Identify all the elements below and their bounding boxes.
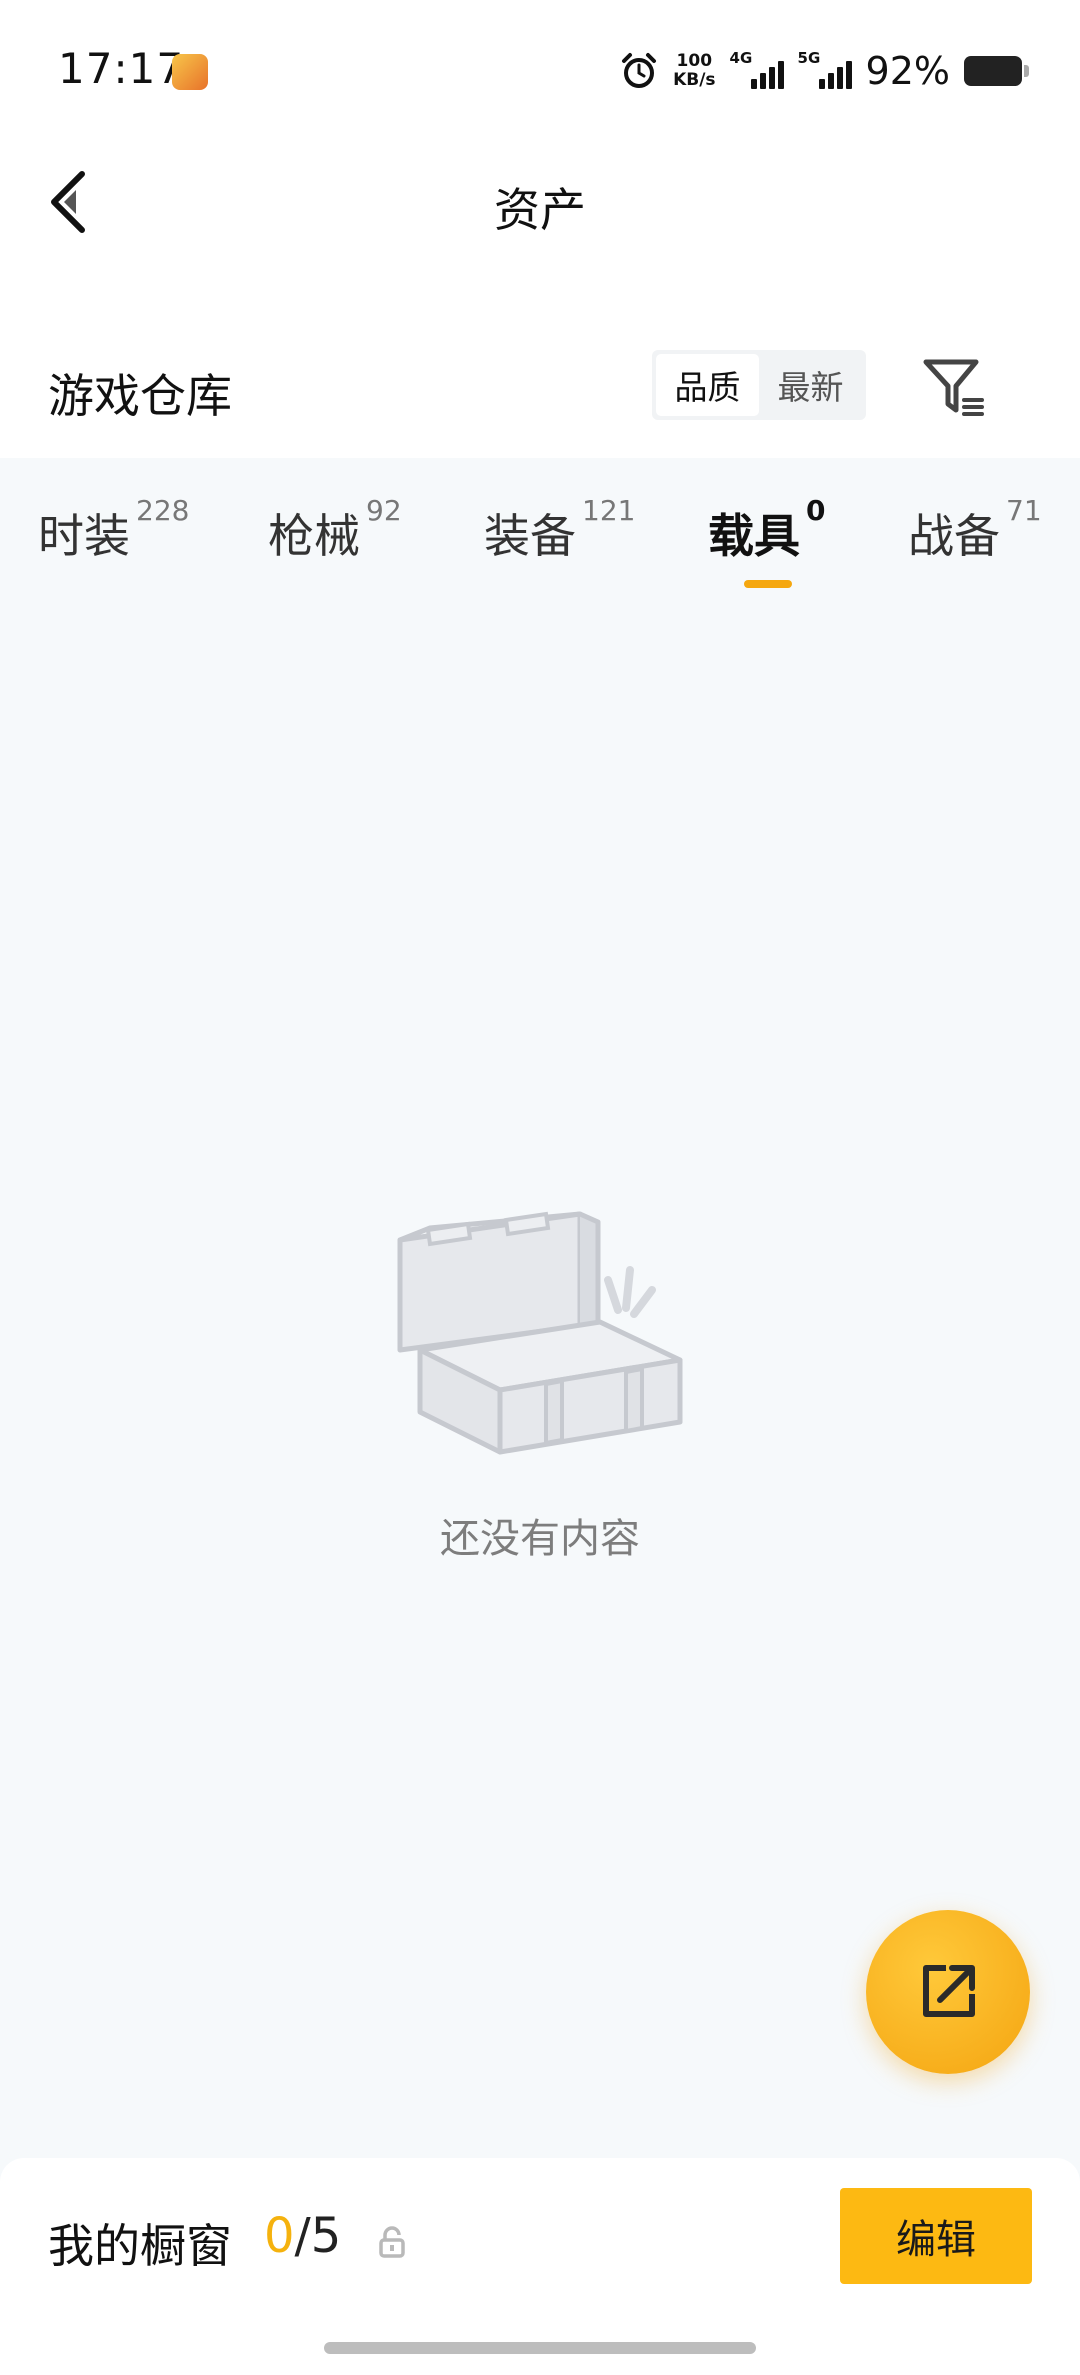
showcase-label: 我的橱窗 — [48, 2219, 232, 2273]
active-tab-indicator — [744, 580, 792, 588]
showcase-current: 0 — [264, 2208, 295, 2264]
tab-count: 71 — [1006, 494, 1042, 527]
status-bar: 17:17 100 KB/s 4G 5G 92% — [0, 0, 1080, 140]
signal-4g-icon: 4G — [729, 49, 784, 91]
tab-count: 228 — [136, 494, 190, 527]
tab-count: 92 — [366, 494, 402, 527]
tab-label: 枪械 — [268, 509, 360, 563]
net-speed: 100 KB/s — [673, 52, 715, 90]
page-title: 资产 — [494, 183, 586, 237]
category-tabs: 时装 228 枪械 92 装备 121 载具 0 战备 71 — [0, 470, 1080, 590]
tab-vehicles[interactable]: 载具 0 — [708, 494, 825, 588]
tab-count: 121 — [582, 494, 636, 527]
tab-fashion[interactable]: 时装 228 — [38, 494, 189, 580]
filter-icon — [923, 359, 984, 416]
signal-5g-label: 5G — [797, 49, 821, 67]
edit-button[interactable]: 编辑 — [840, 2188, 1032, 2284]
home-indicator[interactable] — [324, 2342, 756, 2354]
tab-label: 战备 — [908, 509, 1000, 563]
tab-equipment[interactable]: 装备 121 — [484, 494, 635, 580]
share-fab-button[interactable] — [866, 1910, 1030, 2074]
showcase-count: 0/5 — [264, 2208, 341, 2264]
empty-state-text: 还没有内容 — [440, 1516, 640, 1562]
sort-option-quality[interactable]: 品质 — [656, 354, 759, 416]
battery-percent: 92% — [865, 49, 950, 93]
tab-count: 0 — [806, 494, 826, 527]
net-speed-value: 100 — [676, 51, 713, 71]
share-external-icon — [923, 1965, 975, 2017]
page: 17:17 100 KB/s 4G 5G 92% 资产 游戏仓库 品质 最新 时… — [0, 0, 1080, 2375]
battery-icon — [964, 56, 1029, 86]
tab-label: 装备 — [484, 509, 576, 563]
filter-button[interactable] — [920, 354, 990, 420]
showcase-total: 5 — [310, 2208, 342, 2264]
bottom-bar: 我的橱窗 0/5 编辑 — [0, 2158, 1080, 2375]
showcase-separator: / — [294, 2208, 311, 2264]
section-title: 游戏仓库 — [48, 369, 232, 423]
header: 资产 — [0, 140, 1080, 270]
lock-icon — [379, 2226, 405, 2258]
notification-app-icon — [172, 54, 208, 90]
tab-supplies[interactable]: 战备 71 — [908, 494, 1042, 580]
sort-option-latest[interactable]: 最新 — [759, 354, 862, 416]
section-row: 游戏仓库 品质 最新 — [0, 340, 1080, 440]
tab-label: 时装 — [38, 509, 130, 563]
empty-box-icon — [397, 1211, 683, 1455]
sort-toggle: 品质 最新 — [652, 350, 866, 420]
tab-firearms[interactable]: 枪械 92 — [268, 494, 402, 580]
alarm-icon — [622, 53, 657, 88]
signal-5g-icon: 5G — [797, 49, 852, 91]
status-indicators: 100 KB/s 4G 5G 92% — [619, 46, 1029, 96]
status-time: 17:17 — [58, 44, 185, 93]
net-speed-unit: KB/s — [673, 70, 716, 90]
signal-4g-label: 4G — [729, 49, 753, 67]
empty-state: 还没有内容 — [0, 1200, 1080, 1564]
tab-label: 载具 — [708, 509, 800, 563]
